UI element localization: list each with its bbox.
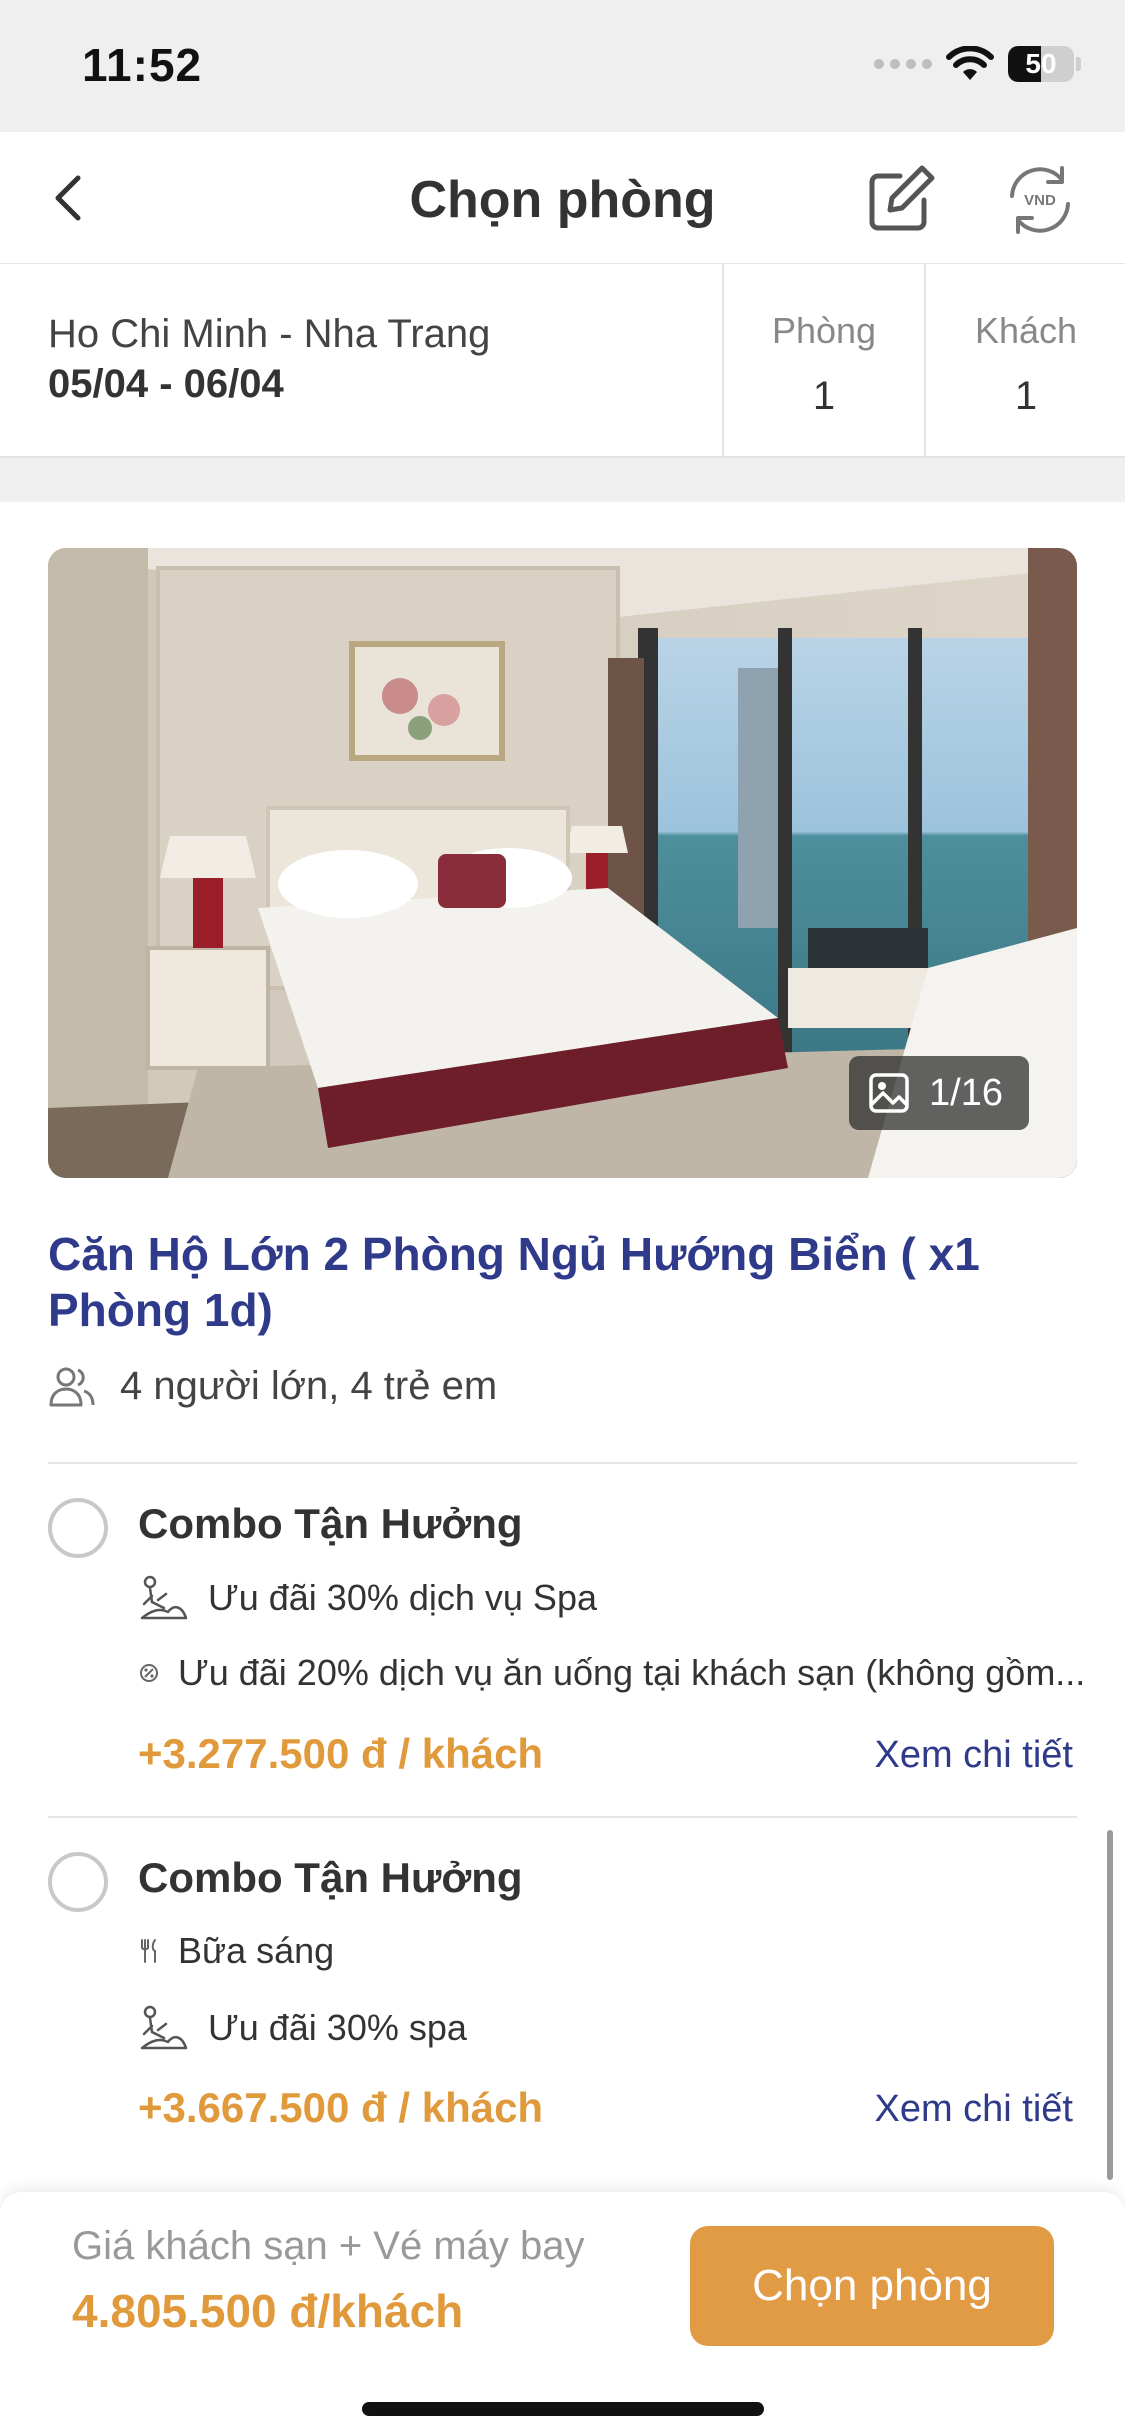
page-title: Chọn phòng bbox=[409, 171, 716, 229]
section-separator bbox=[0, 458, 1125, 502]
trip-summary[interactable]: Ho Chi Minh - Nha Trang 05/04 - 06/04 Ph… bbox=[0, 264, 1125, 458]
trip-dates: 05/04 - 06/04 bbox=[48, 362, 284, 406]
rooms-label: Phòng bbox=[771, 310, 877, 351]
bottom-bar: Giá khách sạn + Vé máy bay 4.805.500 đ/k… bbox=[0, 2192, 1125, 2436]
combo-1-title: Combo Tận Hưởng bbox=[138, 1500, 523, 1547]
currency-switch-icon[interactable]: VND bbox=[1000, 160, 1080, 240]
dining-discount-icon bbox=[140, 1664, 158, 1682]
people-icon bbox=[49, 1367, 95, 1406]
combo-2-perk-1-text: Bữa sáng bbox=[178, 1930, 335, 1971]
combo-2-perk-2-text: Ưu đãi 30% spa bbox=[208, 2007, 467, 2048]
combo-2-perk-2: Ưu đãi 30% spa bbox=[138, 2004, 467, 2052]
rooms-value: 1 bbox=[812, 374, 836, 418]
spa-icon bbox=[140, 2005, 188, 2050]
combo-1-radio[interactable] bbox=[48, 1498, 108, 1558]
edit-icon[interactable] bbox=[864, 160, 940, 236]
room-title: Căn Hộ Lớn 2 Phòng Ngủ Hướng Biển ( x1 P… bbox=[48, 1228, 980, 1336]
combo-1-perk-1: Ưu đãi 30% dịch vụ Spa bbox=[138, 1574, 597, 1622]
trip-route: Ho Chi Minh - Nha Trang bbox=[48, 312, 491, 356]
room-capacity: 4 người lớn, 4 trẻ em bbox=[48, 1364, 497, 1409]
spa-icon bbox=[140, 1575, 188, 1620]
total-price: 4.805.500 đ/khách bbox=[72, 2285, 464, 2337]
combo-1-price: +3.277.500 đ / khách bbox=[138, 1730, 544, 1777]
wifi-icon bbox=[946, 46, 994, 80]
combo-2-perk-1: Bữa sáng bbox=[138, 1930, 334, 1972]
home-indicator bbox=[362, 2402, 764, 2416]
guests-value: 1 bbox=[1014, 374, 1038, 418]
battery-icon: 50 bbox=[1008, 46, 1074, 82]
battery-level: 50 bbox=[1025, 48, 1057, 79]
divider bbox=[48, 1462, 1077, 1464]
cellular-signal-icon bbox=[874, 59, 932, 69]
photo-counter[interactable]: 1/16 bbox=[849, 1056, 1029, 1130]
battery-cap bbox=[1076, 57, 1081, 71]
combo-2-radio[interactable] bbox=[48, 1852, 108, 1912]
combo-2-title: Combo Tận Hưởng bbox=[138, 1854, 523, 1901]
room-capacity-text: 4 người lớn, 4 trẻ em bbox=[120, 1364, 498, 1408]
combo-1-perk-1-text: Ưu đãi 30% dịch vụ Spa bbox=[208, 1577, 597, 1618]
photo-counter-text: 1/16 bbox=[929, 1071, 1003, 1114]
status-time: 11:52 bbox=[82, 39, 203, 91]
divider bbox=[48, 1816, 1077, 1818]
cutlery-icon bbox=[141, 1939, 156, 1963]
choose-room-button[interactable]: Chọn phòng bbox=[690, 2226, 1054, 2346]
combo-1-detail-link[interactable]: Xem chi tiết bbox=[874, 1734, 1073, 1777]
currency-label: VND bbox=[1024, 192, 1056, 209]
total-price-caption: Giá khách sạn + Vé máy bay bbox=[72, 2224, 585, 2268]
image-icon bbox=[869, 1073, 909, 1113]
guests-label: Khách bbox=[974, 310, 1078, 351]
combo-1-perk-2-text: Ưu đãi 20% dịch vụ ăn uống tại khách sạn… bbox=[178, 1652, 1086, 1693]
rooms-count[interactable]: Phòng 1 bbox=[722, 264, 924, 458]
combo-1-perk-2: Ưu đãi 20% dịch vụ ăn uống tại khách sạn… bbox=[138, 1652, 1098, 1694]
guests-count[interactable]: Khách 1 bbox=[924, 264, 1125, 458]
scrollbar[interactable] bbox=[1107, 1830, 1113, 2180]
status-indicators: 50 bbox=[874, 46, 1081, 82]
room-photo[interactable]: 1/16 bbox=[48, 548, 1077, 1178]
nav-bar: Chọn phòng VND bbox=[0, 132, 1125, 264]
status-bar: 11:52 50 bbox=[0, 0, 1125, 132]
combo-2-price: +3.667.500 đ / khách bbox=[138, 2084, 544, 2131]
combo-2-detail-link[interactable]: Xem chi tiết bbox=[874, 2088, 1073, 2131]
